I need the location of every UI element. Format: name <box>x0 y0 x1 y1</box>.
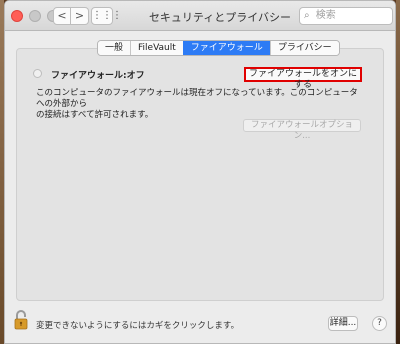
firewall-status-indicator <box>33 69 42 78</box>
close-window-button[interactable] <box>11 10 23 22</box>
back-button[interactable]: < <box>53 7 71 25</box>
tab-filevault[interactable]: FileVault <box>130 41 183 55</box>
search-placeholder: 検索 <box>315 10 336 21</box>
minimize-window-button[interactable] <box>29 10 41 22</box>
tab-bar: 一般 FileVault ファイアウォール プライバシー <box>97 40 340 56</box>
titlebar: < > ⋮⋮⋮ セキュリティとプライバシー ⌕ 検索 <box>5 1 395 31</box>
desktop-wallpaper-right <box>396 0 400 344</box>
turn-on-firewall-button[interactable]: ファイアウォールをオンにする <box>244 67 362 90</box>
firewall-status-label: ファイアウォール:オフ <box>51 71 145 81</box>
chevron-right-icon: > <box>74 9 85 22</box>
tab-privacy[interactable]: プライバシー <box>269 41 339 55</box>
help-button[interactable]: ? <box>372 316 387 331</box>
firewall-panel <box>16 48 384 301</box>
advanced-button[interactable]: 詳細... <box>328 316 358 331</box>
lock-hint-text: 変更できないようにするにはカギをクリックします。 <box>36 321 240 331</box>
firewall-options-button[interactable]: ファイアウォールオプション... <box>243 119 361 141</box>
forward-button[interactable]: > <box>71 7 89 25</box>
chevron-left-icon: < <box>57 9 67 22</box>
tab-general[interactable]: 一般 <box>98 41 131 55</box>
grid-icon: ⋮⋮⋮ <box>92 10 122 21</box>
window-title: セキュリティとプライバシー <box>148 11 292 24</box>
firewall-description: このコンピュータのファイアウォールは現在オフになっています。このコンピュータへの… <box>36 88 366 121</box>
description-line-1: このコンピュータのファイアウォールは現在オフになっています。このコンピュータへの… <box>36 88 358 109</box>
lock-icon[interactable] <box>14 310 28 330</box>
search-field[interactable]: ⌕ 検索 <box>299 7 393 25</box>
show-all-button[interactable]: ⋮⋮⋮ <box>91 7 122 25</box>
search-icon: ⌕ <box>304 10 310 21</box>
tab-firewall[interactable]: ファイアウォール <box>182 41 270 55</box>
